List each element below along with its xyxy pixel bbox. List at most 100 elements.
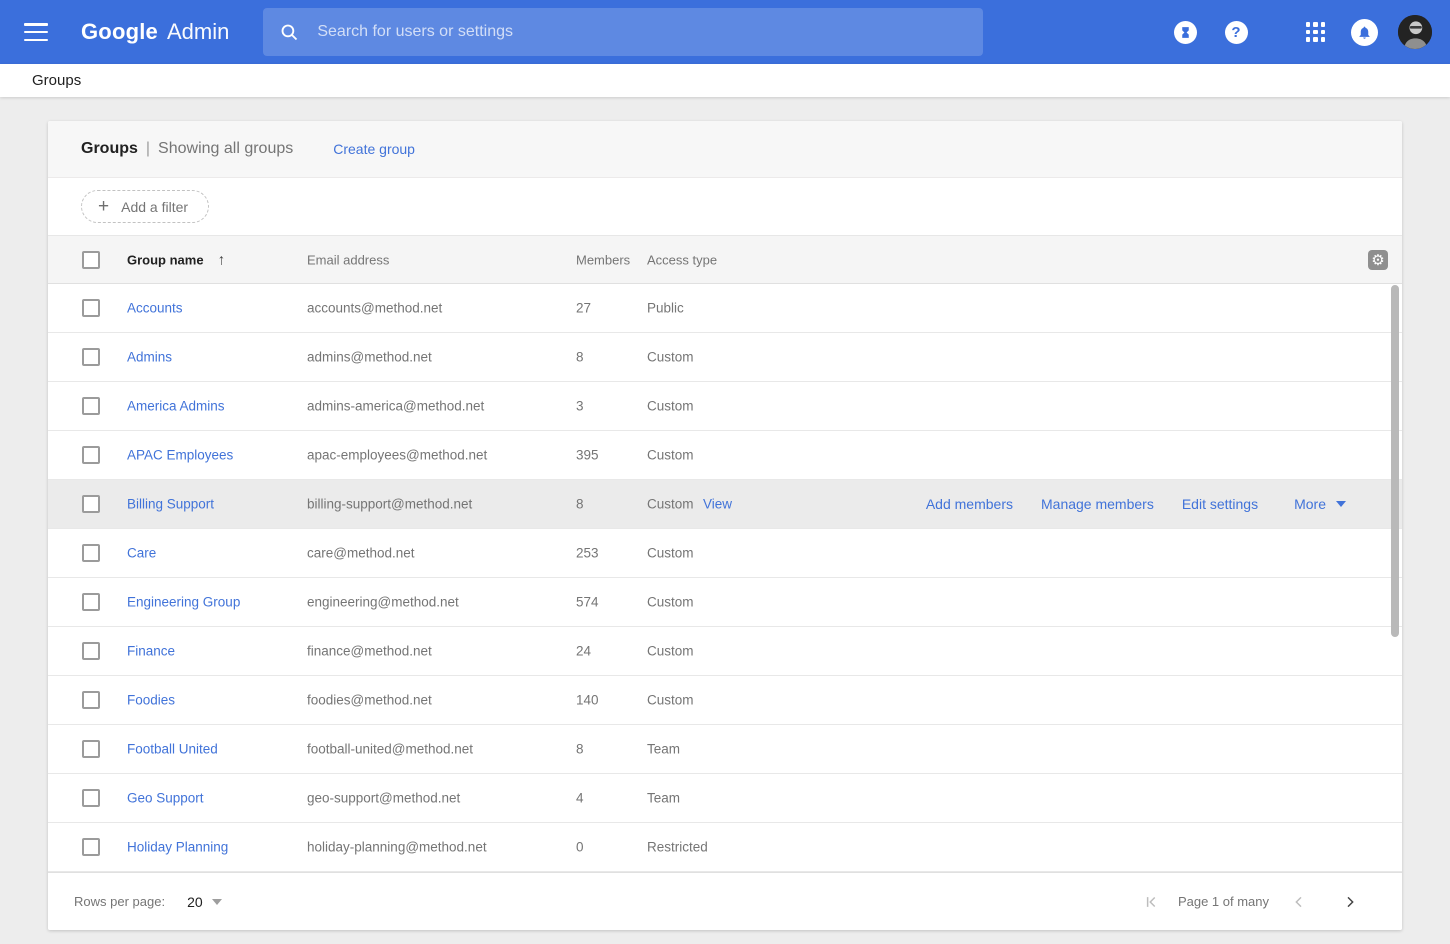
sort-ascending-icon[interactable]: ↑ (218, 251, 226, 268)
row-checkbox[interactable] (82, 299, 100, 317)
row-checkbox[interactable] (82, 348, 100, 366)
group-access-type: Team (647, 791, 680, 806)
group-email: admins-america@method.net (307, 399, 484, 414)
table-row[interactable]: APAC Employees apac-employees@method.net… (48, 431, 1402, 480)
rows-per-page-select[interactable]: 20 (187, 894, 222, 910)
row-checkbox[interactable] (82, 691, 100, 709)
manage-columns-gear-icon[interactable]: ⚙ (1368, 250, 1388, 270)
table-header-row: Group name ↑ Email address Members Acces… (48, 235, 1402, 284)
row-checkbox[interactable] (82, 495, 100, 513)
next-page-button[interactable] (1342, 894, 1358, 910)
hamburger-menu-icon[interactable] (24, 23, 48, 41)
group-email: engineering@method.net (307, 595, 459, 610)
group-access-type: Custom (647, 350, 694, 365)
row-checkbox[interactable] (82, 593, 100, 611)
group-members-count: 3 (576, 399, 584, 414)
group-name-link[interactable]: Admins (127, 350, 172, 365)
logo-product: Admin (167, 19, 229, 45)
app-logo[interactable]: Google Admin (81, 19, 229, 45)
table-row[interactable]: Engineering Group engineering@method.net… (48, 578, 1402, 627)
table-row[interactable]: America Admins admins-america@method.net… (48, 382, 1402, 431)
group-email: care@method.net (307, 546, 415, 561)
view-link[interactable]: View (703, 497, 732, 512)
column-header-email[interactable]: Email address (307, 252, 389, 267)
chevron-down-icon (212, 899, 222, 905)
group-name-link[interactable]: Accounts (127, 301, 183, 316)
row-checkbox[interactable] (82, 642, 100, 660)
more-label: More (1294, 496, 1326, 512)
groups-card: Groups | Showing all groups Create group… (48, 121, 1402, 930)
group-name-link[interactable]: APAC Employees (127, 448, 233, 463)
scrollbar-thumb[interactable] (1391, 285, 1399, 637)
row-checkbox[interactable] (82, 397, 100, 415)
group-access-type: Team (647, 742, 680, 757)
group-access-type: Custom (647, 595, 694, 610)
group-members-count: 4 (576, 791, 584, 806)
row-checkbox[interactable] (82, 740, 100, 758)
page-title: Groups (81, 140, 138, 158)
first-page-button[interactable] (1142, 893, 1160, 911)
app-bar: Google Admin ? (0, 0, 1450, 64)
more-button[interactable]: More (1294, 496, 1346, 512)
create-group-button[interactable]: Create group (333, 141, 415, 157)
filter-bar: + Add a filter (48, 178, 1402, 235)
rows-per-page-label: Rows per page: (74, 894, 165, 909)
rows-per-page-value: 20 (187, 894, 203, 910)
column-header-access-type[interactable]: Access type (647, 252, 717, 267)
edit-settings-button[interactable]: Edit settings (1182, 496, 1258, 512)
group-email: finance@method.net (307, 644, 432, 659)
trial-hourglass-icon[interactable] (1174, 21, 1197, 44)
group-name-link[interactable]: Billing Support (127, 497, 214, 512)
group-name-link[interactable]: America Admins (127, 399, 225, 414)
group-access-type: Custom (647, 399, 694, 414)
help-icon[interactable]: ? (1225, 21, 1248, 44)
search-bar[interactable] (263, 8, 983, 56)
search-icon (279, 22, 299, 42)
table-row[interactable]: Accounts accounts@method.net 27 Public (48, 284, 1402, 333)
group-name-link[interactable]: Holiday Planning (127, 840, 228, 855)
table-row[interactable]: Football United football-united@method.n… (48, 725, 1402, 774)
table-row[interactable]: Finance finance@method.net 24 Custom (48, 627, 1402, 676)
group-name-link[interactable]: Foodies (127, 693, 175, 708)
previous-page-button[interactable] (1291, 894, 1307, 910)
add-members-button[interactable]: Add members (926, 496, 1013, 512)
table-row[interactable]: Admins admins@method.net 8 Custom (48, 333, 1402, 382)
breadcrumb[interactable]: Groups (32, 72, 81, 89)
row-checkbox[interactable] (82, 789, 100, 807)
group-access-type: Custom (647, 497, 694, 512)
user-avatar[interactable] (1398, 15, 1432, 49)
manage-members-button[interactable]: Manage members (1041, 496, 1154, 512)
table-row[interactable]: Care care@method.net 253 Custom (48, 529, 1402, 578)
topbar-icons: ? (1174, 15, 1433, 49)
title-separator: | (146, 140, 150, 158)
row-checkbox[interactable] (82, 838, 100, 856)
table-row[interactable]: Holiday Planning holiday-planning@method… (48, 823, 1402, 872)
chevron-down-icon (1336, 501, 1346, 507)
group-members-count: 395 (576, 448, 599, 463)
select-all-checkbox[interactable] (82, 251, 100, 269)
group-name-link[interactable]: Engineering Group (127, 595, 240, 610)
page-subtitle: Showing all groups (158, 140, 293, 158)
group-name-link[interactable]: Geo Support (127, 791, 204, 806)
pagination: Page 1 of many (1142, 893, 1358, 911)
page-status: Page 1 of many (1178, 894, 1269, 909)
search-input[interactable] (317, 23, 967, 41)
table-row[interactable]: Geo Support geo-support@method.net 4 Tea… (48, 774, 1402, 823)
table-row[interactable]: Foodies foodies@method.net 140 Custom (48, 676, 1402, 725)
row-checkbox[interactable] (82, 446, 100, 464)
apps-grid-icon[interactable] (1306, 22, 1326, 42)
group-email: foodies@method.net (307, 693, 432, 708)
notifications-bell-icon[interactable] (1351, 19, 1378, 46)
add-filter-button[interactable]: + Add a filter (81, 190, 209, 223)
table-row[interactable]: Billing Support billing-support@method.n… (48, 480, 1402, 529)
group-name-link[interactable]: Football United (127, 742, 218, 757)
group-members-count: 8 (576, 497, 584, 512)
column-header-members[interactable]: Members (576, 252, 630, 267)
group-name-link[interactable]: Finance (127, 644, 175, 659)
group-members-count: 574 (576, 595, 599, 610)
row-checkbox[interactable] (82, 544, 100, 562)
column-header-group-name[interactable]: Group name ↑ (127, 251, 225, 268)
group-members-count: 8 (576, 350, 584, 365)
group-name-link[interactable]: Care (127, 546, 156, 561)
group-members-count: 140 (576, 693, 599, 708)
